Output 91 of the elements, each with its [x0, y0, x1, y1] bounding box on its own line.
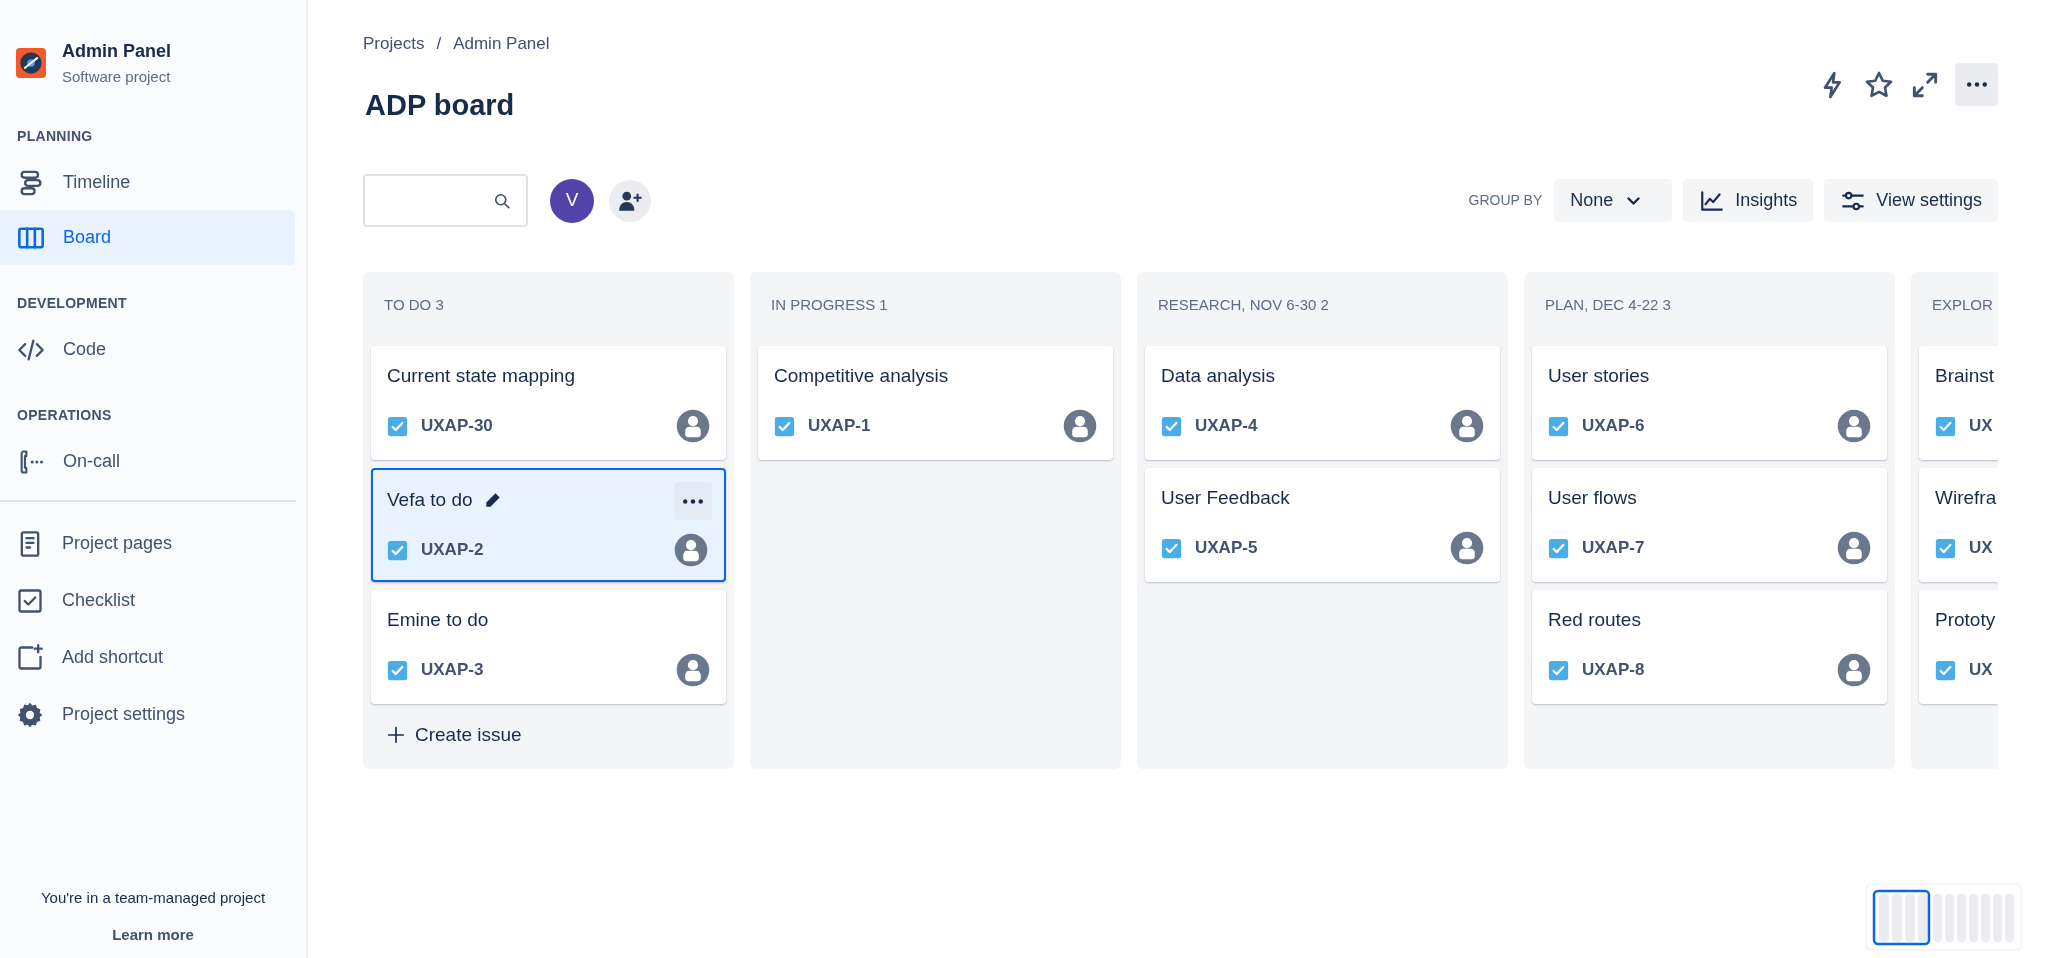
breadcrumb-link[interactable]: Admin Panel — [453, 31, 550, 57]
more-icon — [683, 498, 703, 504]
card-title: User Feedback — [1161, 486, 1290, 510]
card-title: Wirefra — [1935, 486, 1997, 510]
issue-key: UX — [1969, 535, 1993, 561]
learn-more-link[interactable]: Learn more — [112, 923, 194, 946]
issue-key: UX — [1969, 657, 1993, 683]
column-header: EXPLOR — [1932, 295, 1993, 315]
chevron-down-icon — [1627, 196, 1641, 205]
sidebar-link[interactable]: Checklist — [0, 572, 306, 629]
issue-key: UXAP-7 — [1582, 535, 1645, 561]
card-title: User flows — [1548, 486, 1637, 510]
breadcrumb-link[interactable]: Projects — [363, 31, 425, 57]
column-header: PLAN, DEC 4-22 3 — [1545, 295, 1671, 315]
sidebar-item[interactable]: On-call — [0, 434, 295, 489]
card-title: Emine to do — [387, 608, 489, 632]
issue-card[interactable]: User stories UXAP-6 — [1532, 346, 1887, 460]
issue-card[interactable]: Competitive analysis UXAP-1 — [758, 346, 1113, 460]
issue-key: UXAP-2 — [421, 537, 484, 563]
project-logo-icon — [16, 48, 46, 78]
issue-key: UXAP-4 — [1195, 413, 1258, 439]
issue-key: UXAP-8 — [1582, 657, 1645, 683]
sidebar-item[interactable]: Timeline — [0, 155, 295, 210]
add-shortcut-icon — [16, 643, 44, 672]
task-icon — [387, 659, 408, 681]
column-header: TO DO 3 — [384, 295, 444, 315]
sidebar-link[interactable]: Project pages — [0, 515, 306, 572]
section-heading: PLANNING — [16, 127, 94, 146]
card-title: Competitive analysis — [774, 364, 949, 388]
issue-card[interactable]: Wirefra UX — [1919, 468, 1998, 582]
issue-card[interactable]: User flows UXAP-7 — [1532, 468, 1887, 582]
issue-card[interactable]: Emine to do UXAP-3 — [371, 590, 726, 704]
issue-card[interactable]: Brainst UX — [1919, 346, 1998, 460]
task-icon — [1161, 537, 1182, 559]
team-managed-note: You're in a team-managed project — [40, 888, 266, 908]
settings-icon — [16, 700, 44, 729]
task-icon — [1548, 537, 1569, 559]
more-button[interactable] — [1955, 63, 1998, 106]
task-icon — [1548, 659, 1569, 681]
issue-card[interactable]: Current state mapping UXAP-30 — [371, 346, 726, 460]
breadcrumb-separator: / — [436, 33, 442, 56]
card-title: Data analysis — [1161, 364, 1276, 388]
task-icon — [774, 415, 795, 437]
group-by-dropdown[interactable]: None — [1554, 179, 1673, 222]
sidebar-item[interactable]: Board — [0, 210, 295, 265]
project-name: Admin Panel — [62, 39, 172, 63]
create-issue-button[interactable]: Create issue — [371, 712, 726, 758]
issue-key: UXAP-1 — [808, 413, 871, 439]
plus-icon — [385, 724, 407, 746]
task-icon — [387, 539, 408, 561]
toolbar-button[interactable]: View settings — [1824, 179, 1998, 222]
issue-key: UXAP-5 — [1195, 535, 1258, 561]
card-title: Prototy — [1935, 608, 1996, 632]
toolbar-button[interactable]: Insights — [1683, 179, 1814, 222]
task-icon — [1548, 415, 1569, 437]
board-title: ADP board — [364, 88, 515, 124]
card-title: User stories — [1548, 364, 1650, 388]
group-by-label: GROUP BY — [1468, 191, 1543, 210]
card-title: Vefa to do — [387, 488, 473, 512]
card-title: Red routes — [1548, 608, 1641, 632]
issue-key: UXAP-6 — [1582, 413, 1645, 439]
task-icon — [1161, 415, 1182, 437]
sidebar-link[interactable]: Add shortcut — [0, 629, 306, 686]
issue-key: UXAP-30 — [421, 413, 493, 439]
sidebar-link[interactable]: Project settings — [0, 686, 306, 743]
card-more-button[interactable] — [674, 482, 712, 520]
issue-card[interactable]: Vefa to do UXAP-2 — [371, 468, 726, 582]
section-heading: DEVELOPMENT — [16, 294, 128, 313]
card-title: Current state mapping — [387, 364, 575, 388]
add-people-button[interactable] — [609, 179, 651, 222]
task-icon — [1935, 537, 1956, 559]
sidebar-item[interactable]: Code — [0, 322, 295, 377]
board-minimap[interactable] — [1865, 883, 2022, 951]
user-avatar[interactable]: V — [550, 178, 594, 223]
issue-card[interactable]: Prototy UX — [1919, 590, 1998, 704]
task-icon — [1935, 415, 1956, 437]
checklist-icon — [16, 586, 44, 615]
issue-key: UXAP-3 — [421, 657, 484, 683]
column-header: IN PROGRESS 1 — [771, 295, 888, 315]
search-field[interactable] — [363, 174, 528, 227]
more-icon — [1966, 82, 1987, 87]
issue-card[interactable]: Red routes UXAP-8 — [1532, 590, 1887, 704]
issue-card[interactable]: User Feedback UXAP-5 — [1145, 468, 1500, 582]
task-icon — [387, 415, 408, 437]
task-icon — [1935, 659, 1956, 681]
issue-key: UX — [1969, 413, 1993, 439]
project-type: Software project — [62, 66, 172, 87]
issue-card[interactable]: Data analysis UXAP-4 — [1145, 346, 1500, 460]
card-title: Brainst — [1935, 364, 1995, 388]
section-heading: OPERATIONS — [16, 406, 113, 425]
column-header: RESEARCH, NOV 6-30 2 — [1158, 295, 1329, 315]
